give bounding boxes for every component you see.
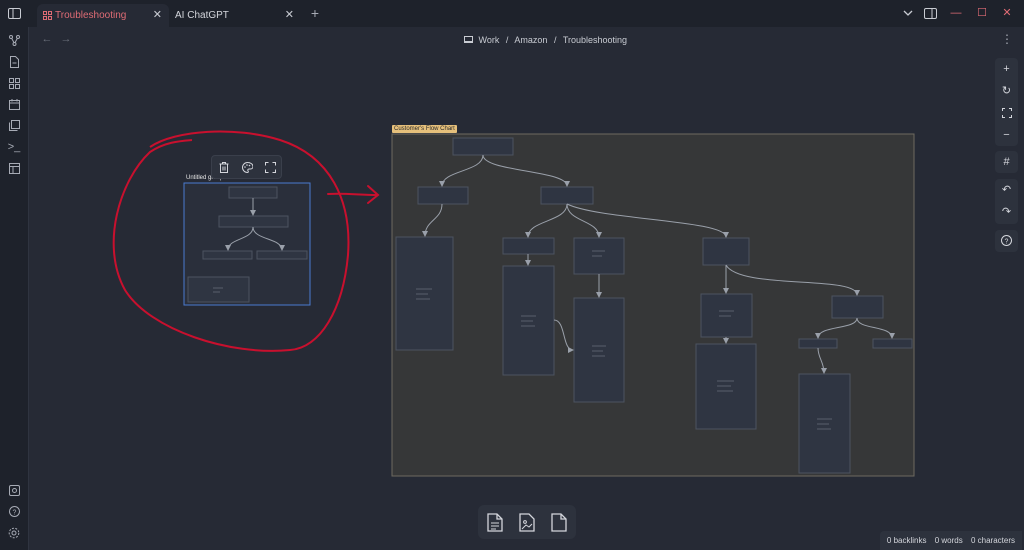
card[interactable]	[228, 186, 278, 199]
help-controls: ?	[995, 230, 1018, 252]
zoom-to-fit-button[interactable]	[995, 102, 1018, 124]
card[interactable]	[256, 250, 308, 260]
card[interactable]	[452, 137, 514, 156]
annotation-arrow	[327, 185, 380, 204]
hash-icon: #	[1003, 156, 1010, 168]
card[interactable]	[702, 237, 750, 266]
refresh-icon: ↻	[1001, 85, 1012, 97]
redo-button[interactable]: ↷	[995, 201, 1018, 223]
help-icon: ?	[1001, 235, 1012, 246]
card[interactable]	[573, 297, 625, 403]
trash-icon[interactable]	[219, 162, 229, 173]
zoom-out-button[interactable]: −	[995, 124, 1018, 146]
status-bar: 0 backlinks 0 words 0 characters	[879, 531, 1022, 550]
zoom-controls: + ↻ −	[995, 58, 1018, 146]
undo-button[interactable]: ↶	[995, 179, 1018, 201]
app-window: Troubleshooting ✕ AI ChatGPT ✕ + — ☐ ✕ >…	[0, 0, 1024, 550]
minus-icon: −	[1003, 129, 1010, 141]
add-card-icon[interactable]	[551, 513, 567, 532]
fullscreen-icon	[1001, 108, 1012, 118]
add-note-icon[interactable]	[487, 513, 503, 532]
card[interactable]	[187, 276, 250, 303]
snap-grid-button[interactable]: #	[995, 151, 1018, 173]
reset-zoom-button[interactable]: ↻	[995, 80, 1018, 102]
snap-controls: #	[995, 151, 1018, 173]
plus-icon: +	[1003, 63, 1010, 75]
card[interactable]	[540, 186, 594, 205]
svg-text:?: ?	[1005, 238, 1009, 245]
palette-icon[interactable]	[242, 162, 253, 173]
card[interactable]	[417, 186, 469, 205]
backlinks-count[interactable]: 0 backlinks	[887, 536, 927, 545]
card[interactable]	[502, 237, 555, 255]
history-controls: ↶ ↷	[995, 179, 1018, 224]
undo-icon: ↶	[1001, 184, 1012, 196]
canvas-area[interactable]	[0, 0, 1024, 550]
card[interactable]	[798, 338, 838, 349]
word-count: 0 words	[934, 536, 963, 545]
card[interactable]	[202, 250, 253, 260]
card[interactable]	[872, 338, 913, 349]
selection-toolbar	[211, 155, 282, 179]
redo-icon: ↷	[1001, 206, 1012, 218]
group-label[interactable]: Customer's Flow Chart	[392, 125, 457, 133]
character-count: 0 characters	[970, 536, 1015, 545]
card-toolbar	[478, 505, 576, 539]
card[interactable]	[218, 215, 289, 228]
zoom-to-selection-icon[interactable]	[265, 162, 276, 173]
add-media-icon[interactable]	[519, 513, 535, 532]
canvas-help-button[interactable]: ?	[995, 230, 1018, 252]
zoom-in-button[interactable]: +	[995, 58, 1018, 80]
card[interactable]	[831, 295, 884, 319]
